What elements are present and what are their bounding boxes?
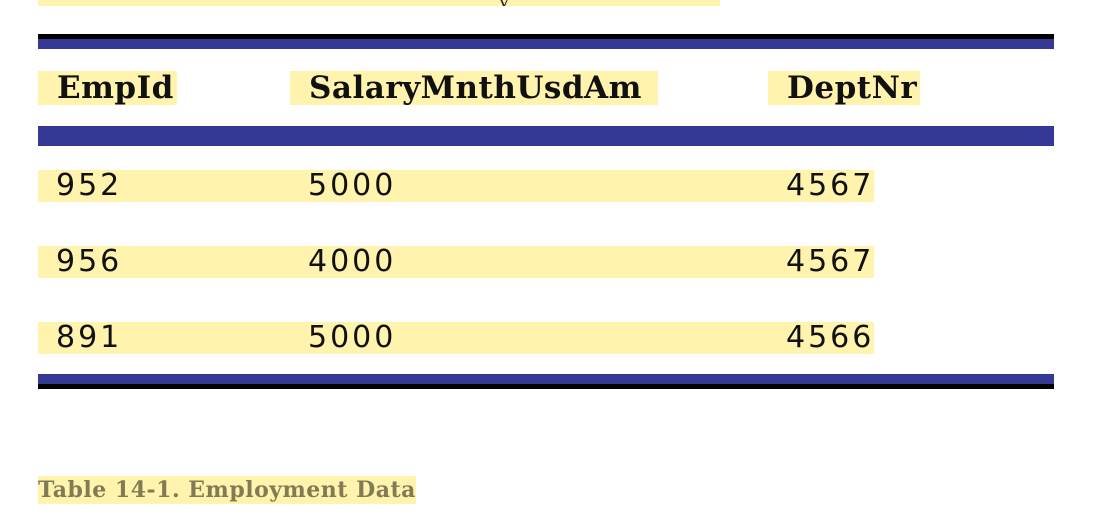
column-header-empid: EmpId [38, 71, 177, 105]
cell-deptnr: 4567 [786, 244, 875, 279]
table-top-rule-blue [38, 39, 1054, 49]
cell-salary: 5000 [308, 168, 397, 203]
cell-empid: 952 [56, 168, 123, 203]
table-caption: Table 14-1. Employment Data [38, 476, 416, 504]
table-bottom-rule-blue [38, 374, 1054, 384]
table-bottom-rule-black [38, 384, 1054, 389]
column-header-deptnr: DeptNr [768, 71, 920, 105]
table-header-separator [38, 126, 1054, 146]
cell-salary: 4000 [308, 244, 397, 279]
previous-text-highlight [38, 0, 720, 6]
cell-empid: 956 [56, 244, 123, 279]
cell-deptnr: 4566 [786, 320, 875, 355]
cell-empid: 891 [56, 320, 123, 355]
column-header-salary: SalaryMnthUsdAm [290, 71, 658, 105]
previous-text-fragment: y [499, 0, 523, 6]
row-highlight [38, 322, 874, 354]
cell-deptnr: 4567 [786, 168, 875, 203]
cell-salary: 5000 [308, 320, 397, 355]
row-highlight [38, 246, 874, 278]
row-highlight [38, 170, 874, 202]
